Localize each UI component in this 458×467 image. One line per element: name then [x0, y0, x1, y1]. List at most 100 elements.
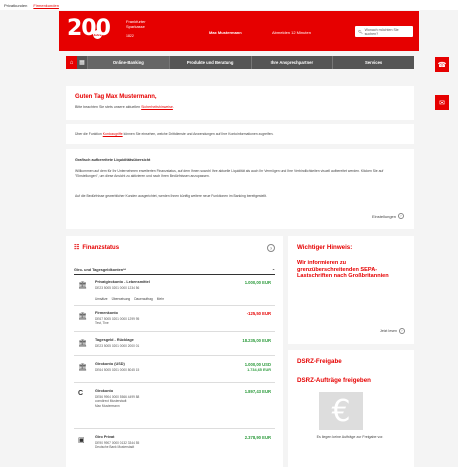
- dsrz-box: DSRZ-Freigabe DSRZ-Aufträge freigeben € …: [288, 350, 414, 467]
- greeting-box: Guten Tag Max Mustermann, Bitte beachten…: [66, 86, 414, 120]
- nav-services[interactable]: Services: [333, 56, 414, 69]
- tab-firmenkunden[interactable]: Firmenkunden: [33, 3, 59, 8]
- greeting-title: Guten Tag Max Mustermann,: [75, 94, 157, 100]
- site-header: 200 Jahre Frankfurter Sparkasse 1822 Max…: [59, 11, 419, 51]
- user-name[interactable]: Max Mustermann: [209, 30, 242, 35]
- account-row[interactable]: 🏛︎ Firmenkonto DE67 5005 0201 0000 1299 …: [74, 308, 275, 332]
- nav-online-banking[interactable]: Online-Banking: [88, 56, 170, 69]
- chevron-right-icon: ›: [399, 328, 405, 334]
- account-balance-eur: 1.734,65 EUR: [247, 368, 271, 372]
- account-name: Giro Privat: [95, 435, 115, 439]
- mail-icon[interactable]: ✉: [435, 95, 449, 110]
- account-sub: DE67 5005 0201 0000 1299 95 Test, Tine: [95, 317, 139, 326]
- liquidity-note: Auf die Bedürfnisse gewerblicher Kunden …: [75, 194, 267, 198]
- finanzstatus-box: ☷ Finanzstatus ? Giro- und Tagesgeldkont…: [66, 236, 283, 467]
- liquidity-title: Grafisch aufbereitete Liquiditätsübersic…: [75, 158, 151, 162]
- comdirect-icon: C: [78, 390, 84, 397]
- access-info-prefix: Über die Funktion: [75, 132, 103, 136]
- nav-ansprechpartner[interactable]: Ihre Ansprechpartner: [252, 56, 334, 69]
- hint-title: Wichtiger Hinweis:: [297, 244, 353, 251]
- hint-message: Wir informieren zu grenzüberschreitenden…: [297, 260, 389, 280]
- liquidity-text: Willkommen auf dem für Ihr Unternehmen e…: [75, 169, 384, 178]
- account-row[interactable]: 🏛︎ Girokonto (USD) DE64 5005 0201 0000 8…: [74, 359, 275, 383]
- access-info-text: Über die Funktion Kontozugriffe können S…: [75, 132, 273, 136]
- account-balance: 1.000,00 EUR: [244, 280, 271, 285]
- greeting-text-prefix: Bitte beachten Sie stets unsere aktuelle…: [75, 105, 142, 109]
- account-name: Girokonto (USD): [95, 362, 125, 366]
- grid-menu-icon[interactable]: ▦: [77, 56, 88, 69]
- account-holder: Max Mustermann: [95, 403, 120, 408]
- account-row[interactable]: 🏛︎ Privatgirokonto - Lebensmittel DE23 5…: [74, 277, 275, 306]
- greeting-text: Bitte beachten Sie stets unsere aktuelle…: [75, 105, 174, 109]
- dsrz-subtitle[interactable]: DSRZ-Aufträge freigeben: [297, 377, 371, 384]
- liquidity-info-box: Grafisch aufbereitete Liquiditätsübersic…: [66, 149, 414, 229]
- settings-label: Einstellungen: [371, 213, 396, 219]
- account-balance: -125,50 EUR: [246, 311, 271, 316]
- account-iban: DE64 5005 0201 0000 8045 15: [95, 368, 140, 372]
- account-row[interactable]: 🏛︎ Tagesgeld - Rücklage DE23 5005 0201 0…: [74, 335, 275, 356]
- action-ueberweisung[interactable]: Überweisung: [112, 297, 131, 301]
- finanzstatus-icon: ☷: [74, 245, 80, 251]
- action-dauerauftrag[interactable]: Dauerauftrag: [134, 297, 153, 301]
- main-nav: ⌂ ▦ Online-Banking Produkte und Beratung…: [66, 56, 414, 69]
- bank-square-icon: ▣: [78, 437, 85, 444]
- greeting-text-suffix: .: [172, 105, 174, 109]
- account-holder: Test, Tine: [95, 321, 109, 326]
- account-iban: DE23 5005 0201 0000 1234 56: [95, 286, 140, 290]
- tab-privatkunden[interactable]: Privatkunden: [4, 3, 27, 8]
- account-balance: 1.897,43 EUR: [244, 389, 271, 394]
- important-hint-box: Wichtiger Hinweis: Wir informieren zu gr…: [288, 236, 414, 344]
- phone-icon[interactable]: ☎: [435, 57, 449, 72]
- dsrz-title: DSRZ-Freigabe: [297, 358, 342, 365]
- bank-icon: 🏛︎: [78, 364, 87, 371]
- bank-name: Frankfurter Sparkasse: [126, 19, 146, 29]
- account-balance: 18.235,00 EUR: [242, 338, 271, 343]
- read-more-link[interactable]: Jetzt lesen ›: [380, 328, 405, 334]
- account-row[interactable]: C Girokonto DE56 9904 0000 5566 4499 88 …: [74, 386, 275, 429]
- access-info-suffix: können Sie einsehen, welche Drittdienste…: [122, 132, 274, 136]
- help-icon[interactable]: ?: [267, 244, 275, 252]
- account-sub: DE90 9907 0000 0132 3344 55 Deutsche Ban…: [95, 441, 139, 450]
- read-more-label: Jetzt lesen: [379, 329, 397, 333]
- security-hints-link[interactable]: Sicherheitshinweise: [141, 105, 173, 109]
- browser-frame: Privatkunden Firmenkunden 200 Jahre Fran…: [0, 0, 458, 467]
- account-name: Girokonto: [95, 389, 114, 393]
- account-balance: 1.000,00 USD: [244, 362, 271, 367]
- section-header[interactable]: Giro- und Tagesgeldkonten** ⌃: [74, 266, 275, 275]
- bank-icon: 🏛︎: [78, 282, 87, 289]
- chevron-right-icon: ›: [398, 213, 404, 219]
- segment-tabs: Privatkunden Firmenkunden: [0, 0, 458, 10]
- settings-link[interactable]: Einstellungen ›: [372, 213, 404, 219]
- bank-name-line2: Sparkasse: [126, 24, 145, 29]
- euro-icon: €: [319, 392, 363, 430]
- bank-icon: 🏛︎: [78, 340, 87, 347]
- account-actions: Umsätze Überweisung Dauerauftrag Mehr: [95, 297, 164, 301]
- search-placeholder: Wonach möchten Sie suchen?: [364, 27, 399, 36]
- dsrz-note: Es liegen keine Aufträge zur Freigabe vo…: [316, 435, 384, 439]
- access-info-box: Über die Funktion Kontozugriffe können S…: [66, 124, 414, 144]
- finanzstatus-title-text: Finanzstatus: [82, 244, 120, 251]
- account-name: Firmenkonto: [95, 311, 118, 315]
- anniversary-logo[interactable]: 200: [67, 16, 111, 41]
- logout-timer[interactable]: Abmelden 12 Minuten: [272, 30, 311, 35]
- search-icon: 🔍︎: [358, 29, 363, 34]
- account-name: Privatgirokonto - Lebensmittel: [95, 280, 150, 284]
- search-input[interactable]: 🔍︎ Wonach möchten Sie suchen?: [355, 26, 413, 37]
- account-row[interactable]: ▣ Giro Privat DE90 9907 0000 0132 3344 5…: [74, 432, 275, 462]
- section-label: Giro- und Tagesgeldkonten**: [74, 268, 127, 272]
- nav-produkte-beratung[interactable]: Produkte und Beratung: [170, 56, 252, 69]
- account-iban: DE23 5005 0201 0000 2000 01: [95, 344, 140, 348]
- account-name: Tagesgeld - Rücklage: [95, 338, 134, 342]
- action-umsaetze[interactable]: Umsätze: [95, 297, 108, 301]
- action-mehr[interactable]: Mehr: [157, 297, 164, 301]
- bank-sub: 1822: [126, 34, 134, 38]
- logo-badge: Jahre: [93, 30, 102, 39]
- finanzstatus-title: ☷ Finanzstatus: [74, 244, 120, 252]
- account-balance: 2.378,90 EUR: [244, 435, 271, 440]
- account-sub: DE56 9904 0000 5566 4499 88 comdirect Mu…: [95, 395, 139, 408]
- chevron-up-icon: ⌃: [271, 268, 275, 273]
- account-access-link[interactable]: Kontozugriffe: [103, 132, 123, 136]
- home-icon[interactable]: ⌂: [66, 56, 77, 69]
- bank-icon: 🏛︎: [78, 313, 87, 320]
- account-bank: Deutsche Bank Musterstadt: [95, 445, 135, 450]
